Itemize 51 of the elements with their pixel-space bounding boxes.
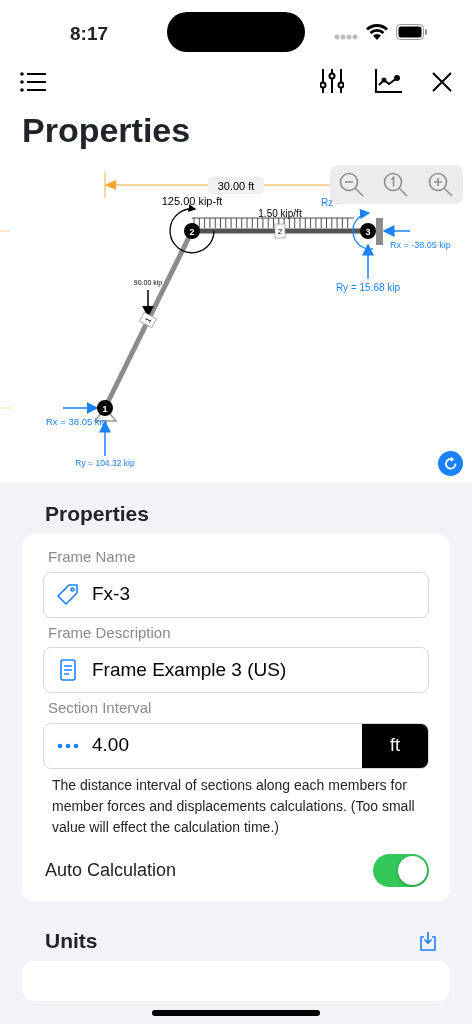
text-field[interactable]: 4.00 ft — [43, 722, 429, 769]
node-marker: 3 — [360, 223, 376, 239]
member-label: 2 — [274, 223, 286, 239]
more-icon — [57, 742, 79, 749]
help-text: The distance interval of sections along each members for member forces and displacements calculations. (Too small value will effect the calculation time.) — [52, 775, 416, 837]
reaction-label: Rx = -38.05 kip — [390, 240, 451, 250]
input-field[interactable]: Fx-3 — [92, 580, 428, 609]
reaction-arrow — [62, 402, 99, 414]
field-label: Frame Description — [48, 622, 172, 643]
page-title: Properties — [21, 110, 192, 150]
battery-icon — [396, 24, 427, 40]
toggle-switch[interactable] — [373, 853, 429, 887]
toggle-label: Auto Calculation — [45, 858, 177, 882]
refresh-icon — [443, 456, 458, 471]
reaction-label: Rz = — [321, 197, 342, 208]
status-time: 8:17 — [70, 22, 109, 46]
text-field[interactable]: Fx-3 — [43, 571, 429, 618]
reaction-label: Ry = 104.32 kip — [75, 458, 135, 468]
field-label: Section Interval — [48, 698, 153, 718]
moment-arrow — [352, 209, 374, 250]
chart-button[interactable] — [374, 68, 402, 94]
close-button[interactable] — [432, 69, 452, 93]
node-marker: 1 — [97, 400, 113, 416]
sliders-button[interactable] — [320, 68, 344, 94]
zoom-reset-button[interactable] — [383, 171, 410, 198]
reaction-arrow — [382, 225, 411, 237]
document-icon — [60, 659, 76, 681]
field-label: Frame Name — [48, 547, 137, 567]
signal-icon — [334, 34, 358, 40]
reaction-arrow — [362, 243, 374, 280]
input-field[interactable]: 4.00 — [92, 731, 362, 760]
zoom-out-button[interactable] — [339, 171, 366, 198]
tag-icon — [56, 582, 80, 607]
support-plate — [376, 218, 383, 245]
unit-selector[interactable]: ft — [362, 723, 428, 768]
dimension-label — [208, 177, 264, 194]
import-button[interactable] — [419, 930, 437, 951]
input-field[interactable]: Frame Example 3 (US) — [92, 655, 428, 685]
wifi-icon — [366, 24, 388, 40]
section-title: Units — [45, 927, 98, 954]
zoom-in-button[interactable] — [427, 171, 454, 198]
dimension-text: 30.00 ft — [217, 180, 255, 192]
menu-button[interactable] — [20, 69, 46, 93]
text-field[interactable]: Frame Example 3 (US) — [43, 647, 429, 693]
node-marker: 2 — [184, 223, 200, 239]
load-label: 1.50 kip/ft — [258, 208, 302, 219]
member-label: 1 — [139, 311, 157, 329]
reaction-label: Ry = 15.68 kip — [335, 282, 401, 293]
section-title: Properties — [45, 501, 149, 528]
refresh-button[interactable] — [438, 451, 463, 476]
moment-label: 125.00 kip-ft — [161, 195, 223, 207]
